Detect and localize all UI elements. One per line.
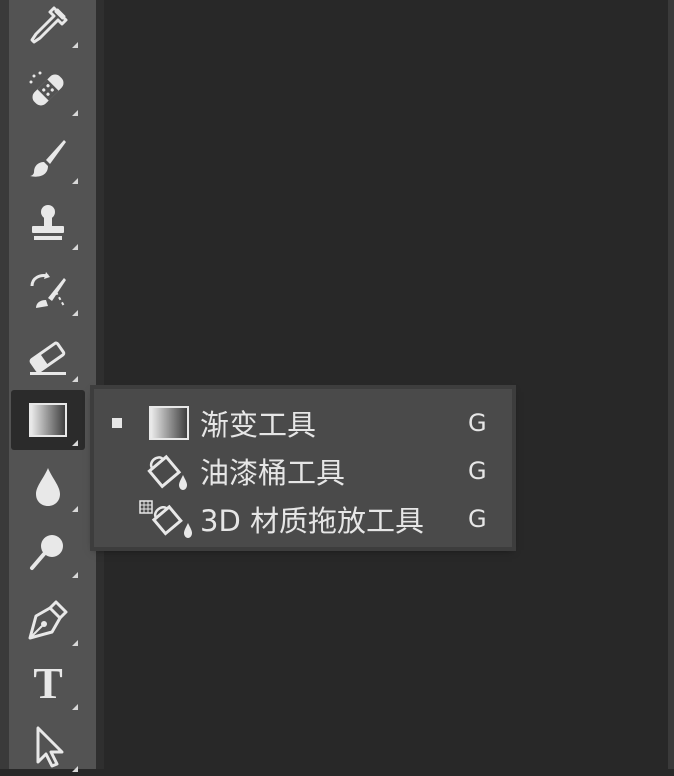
more-tools-indicator [72,440,78,446]
dodge-icon [30,535,63,570]
tool-dodge[interactable] [11,522,85,582]
right-panel-edge [668,0,674,769]
history-brush-icon [30,272,66,308]
flyout-item-paint-bucket-tool[interactable]: 油漆桶工具 G [94,447,512,495]
flyout-item-gradient-tool[interactable]: 渐变工具 G [94,399,512,447]
flyout-item-3d-material-drop-tool[interactable]: 3D 材质拖放工具 G [94,495,512,543]
healing-brush-icon [29,71,64,106]
tools-panel-divider[interactable] [96,0,104,769]
path-selection-icon [36,726,64,768]
eyedropper-icon [30,6,68,44]
more-tools-indicator [72,506,78,512]
more-tools-indicator [72,110,78,116]
flyout-item-label: 渐变工具 [200,408,317,442]
pen-icon [28,600,68,640]
left-panel-edge [0,0,9,769]
tool-text[interactable]: T [11,654,85,714]
3d-material-drop-icon [138,497,196,541]
brush-icon [30,140,66,177]
more-tools-indicator [72,178,78,184]
flyout-item-shortcut: G [468,409,487,437]
tool-path-selection[interactable] [11,716,85,776]
more-tools-indicator [72,640,78,646]
flyout-item-label: 油漆桶工具 [200,456,346,490]
tool-blur[interactable] [11,456,85,516]
tool-healing-brush[interactable] [11,60,85,120]
more-tools-indicator [72,310,78,316]
more-tools-indicator [72,704,78,710]
gradient-icon [29,403,67,437]
more-tools-indicator [72,376,78,382]
blur-drop-icon [36,468,60,506]
tool-brush[interactable] [11,128,85,188]
selected-indicator [112,418,122,428]
more-tools-indicator [72,572,78,578]
tool-gradient[interactable] [11,390,85,450]
gradient-icon [144,401,194,445]
clone-stamp-icon [32,205,64,240]
text-icon: T [33,659,63,708]
more-tools-indicator [72,42,78,48]
more-tools-indicator [72,766,78,772]
tool-pen[interactable] [11,590,85,650]
paint-bucket-icon [144,449,194,493]
more-tools-indicator [72,244,78,250]
document-canvas-area[interactable] [104,0,674,769]
gradient-tool-flyout-menu: 渐变工具 G 油漆桶工具 G 3D 材质拖放工具 G [94,389,512,547]
flyout-item-label: 3D 材质拖放工具 [200,504,424,538]
flyout-item-shortcut: G [468,505,487,533]
tool-history-brush[interactable] [11,260,85,320]
eraser-icon [29,341,66,375]
tool-eyedropper[interactable] [11,0,85,52]
flyout-item-shortcut: G [468,457,487,485]
tool-eraser[interactable] [11,326,85,386]
tool-clone-stamp[interactable] [11,194,85,254]
